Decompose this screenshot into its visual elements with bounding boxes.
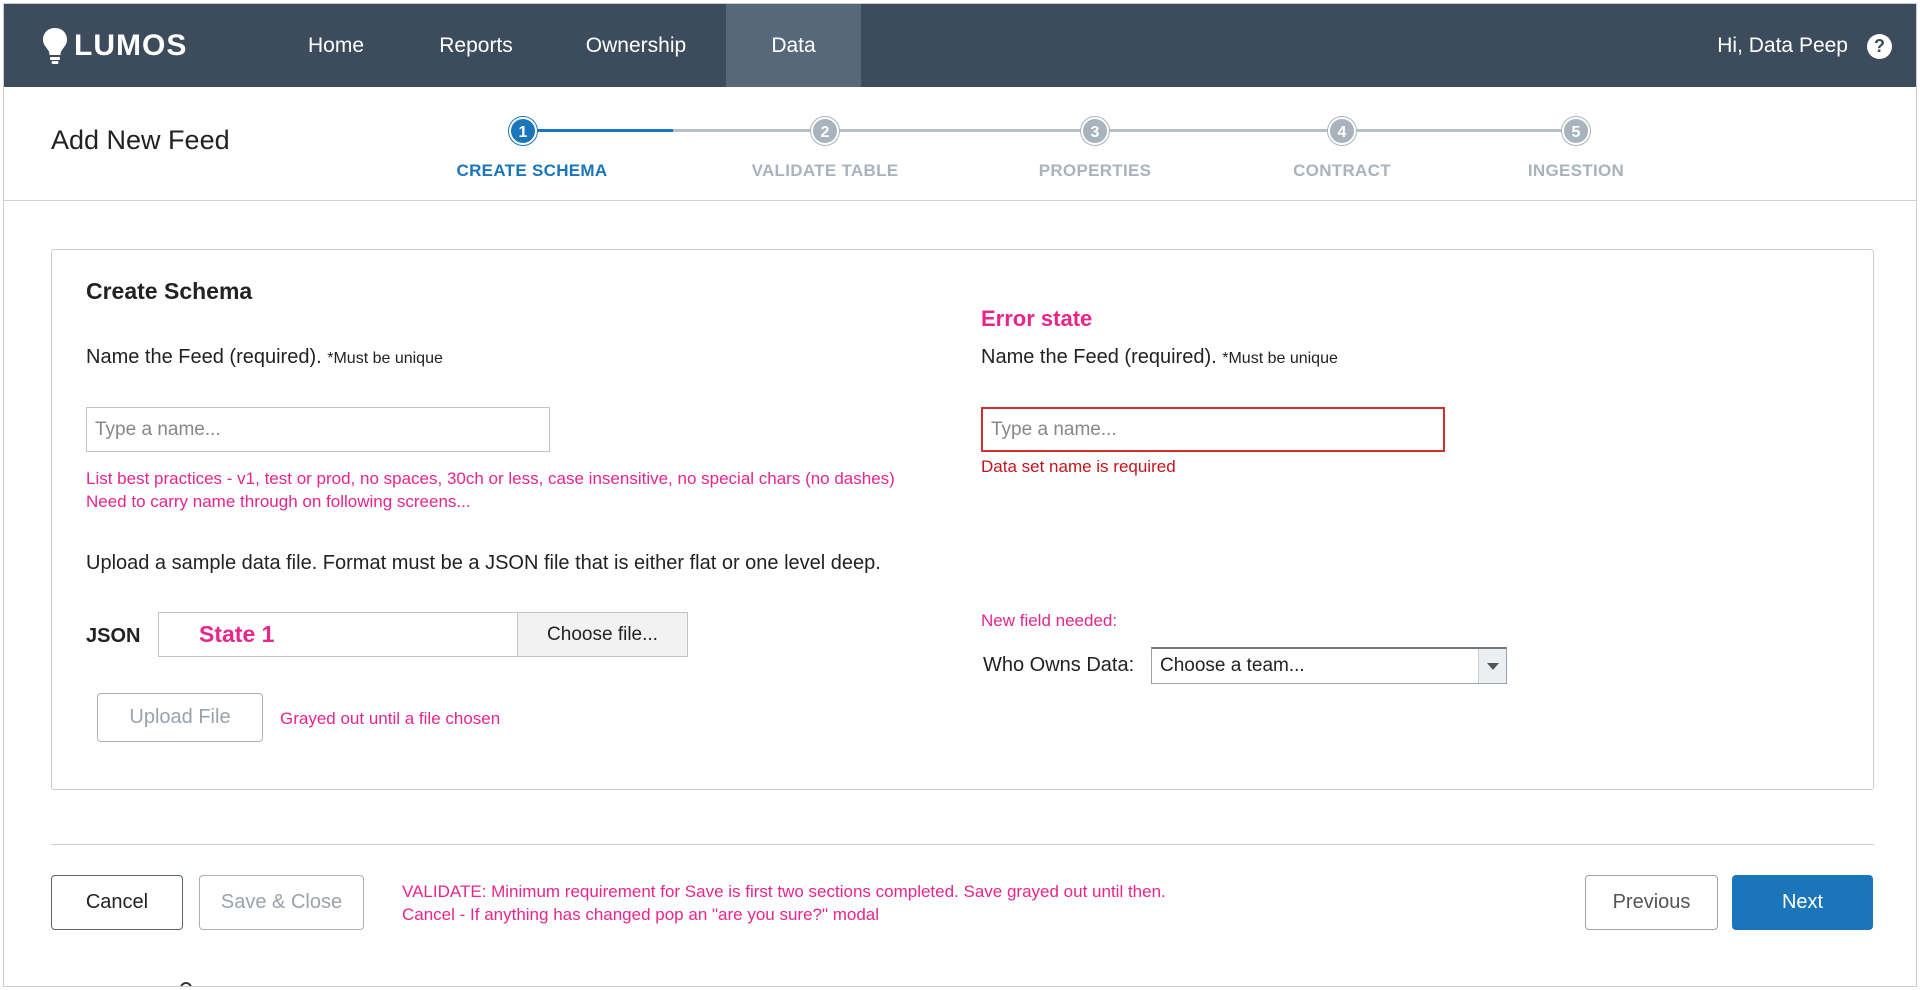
help-icon[interactable]: ? (1867, 34, 1892, 59)
page-header: Add New Feed 1 2 3 4 5 CREATE SCHEMA VAL… (4, 87, 1916, 201)
stepper-track-line (673, 129, 1575, 132)
logo-text: LUMOS (74, 29, 188, 62)
step-3-label[interactable]: PROPERTIES (975, 161, 1215, 181)
nav-home[interactable]: Home (276, 4, 396, 87)
upload-file-button[interactable]: Upload File (97, 693, 263, 742)
team-select[interactable]: Choose a team... (1151, 647, 1507, 684)
step-3-circle[interactable]: 3 (1081, 117, 1109, 145)
chevron-down-icon[interactable] (1478, 649, 1506, 683)
step-2-label[interactable]: VALIDATE TABLE (705, 161, 945, 181)
step-4-label[interactable]: CONTRACT (1222, 161, 1462, 181)
previous-button[interactable]: Previous (1585, 875, 1718, 930)
next-button[interactable]: Next (1732, 875, 1873, 930)
stepper-progress-line (523, 129, 673, 132)
data-owner-label: Who Owns Data: (983, 654, 1135, 676)
error-message: Data set name is required (981, 457, 1176, 476)
feed-name-label: Name the Feed (required). *Must be uniqu… (86, 346, 443, 368)
nav-data[interactable]: Data (726, 4, 861, 87)
create-schema-card: Create Schema Name the Feed (required). … (51, 249, 1874, 790)
footer-validation-note: VALIDATE: Minimum requirement for Save i… (402, 882, 1166, 924)
error-feed-name-label: Name the Feed (required). *Must be uniqu… (981, 346, 1338, 368)
step-4-circle[interactable]: 4 (1328, 117, 1356, 145)
lightbulb-icon (42, 27, 68, 65)
section-title: Create Schema (86, 278, 253, 304)
save-close-button[interactable]: Save & Close (199, 875, 364, 930)
upload-instructions: Upload a sample data file. Format must b… (86, 552, 881, 574)
naming-best-practices-note: List best practices - v1, test or prod, … (86, 469, 895, 511)
step-1-circle[interactable]: 1 (509, 117, 537, 145)
json-label: JSON (86, 625, 141, 647)
choose-file-button[interactable]: Choose file... (517, 613, 687, 656)
json-file-picker[interactable]: State 1 Choose file... (158, 612, 688, 657)
nav-reports[interactable]: Reports (406, 4, 546, 87)
step-2-circle[interactable]: 2 (811, 117, 839, 145)
new-field-note: New field needed: (981, 611, 1118, 630)
feed-name-input[interactable]: Type a name... (86, 407, 550, 452)
footer-divider (51, 844, 1874, 845)
file-state-label: State 1 (199, 621, 275, 647)
user-greeting[interactable]: Hi, Data Peep (1717, 4, 1848, 87)
error-state-heading: Error state (981, 306, 1093, 331)
mouse-cursor (180, 982, 192, 986)
step-1-label[interactable]: CREATE SCHEMA (412, 161, 652, 181)
team-select-value: Choose a team... (1160, 655, 1305, 676)
page-title: Add New Feed (51, 125, 230, 155)
app-window: LUMOS Home Reports Ownership Data Hi, Da… (3, 3, 1917, 987)
step-5-circle[interactable]: 5 (1562, 117, 1590, 145)
top-nav: LUMOS Home Reports Ownership Data Hi, Da… (4, 4, 1916, 87)
nav-ownership[interactable]: Ownership (566, 4, 706, 87)
step-5-label[interactable]: INGESTION (1456, 161, 1696, 181)
error-feed-name-input[interactable]: Type a name... (981, 407, 1445, 452)
logo[interactable]: LUMOS (42, 26, 187, 66)
upload-disabled-note: Grayed out until a file chosen (280, 709, 501, 728)
cancel-button[interactable]: Cancel (51, 875, 183, 930)
